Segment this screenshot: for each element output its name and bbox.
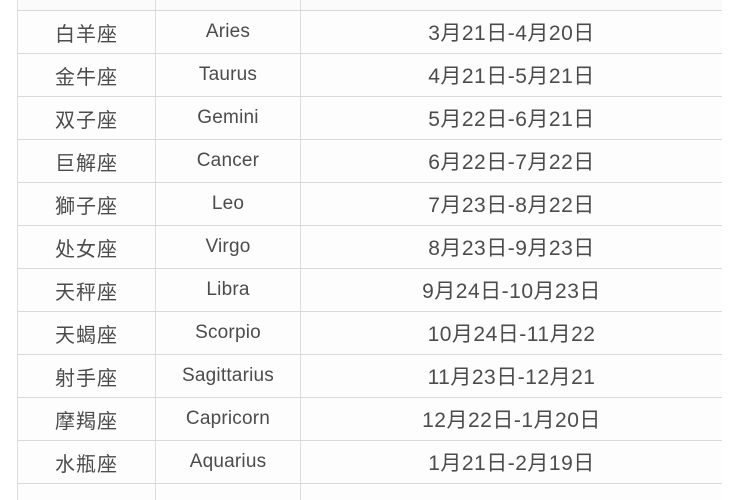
page-root: 星座名称 英文名 出生日期（阳历） 白羊座 Aries 3月21日-4月20日 … (0, 0, 750, 500)
table-row-partial (17, 483, 722, 500)
table-row: 摩羯座 Capricorn 12月22日-1月20日 (17, 397, 722, 441)
table-row: 双子座 Gemini 5月22日-6月21日 (17, 96, 722, 140)
table-row: 天秤座 Libra 9月24日-10月23日 (17, 268, 722, 312)
cell-birth-date: 7月23日-8月22日 (300, 182, 722, 226)
cell-chinese-name: 白羊座 (17, 10, 156, 54)
table-row: 巨解座 Cancer 6月22日-7月22日 (17, 139, 722, 183)
cell-birth-date: 10月24日-11月22 (300, 311, 722, 355)
cell-english-name: Sagittarius (155, 354, 301, 398)
table-row: 水瓶座 Aquarius 1月21日-2月19日 (17, 440, 722, 484)
cell-english-name (155, 483, 301, 500)
cell-chinese-name: 天秤座 (17, 268, 156, 312)
cell-chinese-name: 射手座 (17, 354, 156, 398)
cell-english-name: Scorpio (155, 311, 301, 355)
cell-english-name: Capricorn (155, 397, 301, 441)
cell-english-name: Libra (155, 268, 301, 312)
cell-english-name: Virgo (155, 225, 301, 269)
table-header-row: 星座名称 英文名 出生日期（阳历） (17, 0, 722, 11)
cell-birth-date (300, 483, 722, 500)
cell-birth-date: 1月21日-2月19日 (300, 440, 722, 484)
cell-birth-date: 4月21日-5月21日 (300, 53, 722, 97)
cell-english-name: Aries (155, 10, 301, 54)
cell-chinese-name: 巨解座 (17, 139, 156, 183)
zodiac-signs-table: 星座名称 英文名 出生日期（阳历） 白羊座 Aries 3月21日-4月20日 … (17, 0, 722, 500)
cell-english-name: Taurus (155, 53, 301, 97)
left-margin (0, 0, 17, 500)
table-row: 处女座 Virgo 8月23日-9月23日 (17, 225, 722, 269)
cell-birth-date: 5月22日-6月21日 (300, 96, 722, 140)
table-row: 射手座 Sagittarius 11月23日-12月21 (17, 354, 722, 398)
column-header-chinese-name: 星座名称 (17, 0, 156, 11)
cell-chinese-name: 獅子座 (17, 182, 156, 226)
cell-chinese-name: 摩羯座 (17, 397, 156, 441)
cell-english-name: Cancer (155, 139, 301, 183)
cell-birth-date: 11月23日-12月21 (300, 354, 722, 398)
cell-english-name: Aquarius (155, 440, 301, 484)
cell-chinese-name (17, 483, 156, 500)
cell-birth-date: 8月23日-9月23日 (300, 225, 722, 269)
cell-chinese-name: 双子座 (17, 96, 156, 140)
right-margin (722, 0, 750, 500)
table-row: 獅子座 Leo 7月23日-8月22日 (17, 182, 722, 226)
table-header: 星座名称 英文名 出生日期（阳历） (17, 0, 722, 11)
cell-chinese-name: 水瓶座 (17, 440, 156, 484)
table-row: 白羊座 Aries 3月21日-4月20日 (17, 10, 722, 54)
table-body: 白羊座 Aries 3月21日-4月20日 金牛座 Taurus 4月21日-5… (17, 10, 722, 500)
zodiac-table-viewport: 星座名称 英文名 出生日期（阳历） 白羊座 Aries 3月21日-4月20日 … (17, 0, 722, 500)
cell-english-name: Gemini (155, 96, 301, 140)
cell-birth-date: 3月21日-4月20日 (300, 10, 722, 54)
cell-chinese-name: 天蝎座 (17, 311, 156, 355)
column-header-english-name: 英文名 (155, 0, 301, 11)
cell-birth-date: 12月22日-1月20日 (300, 397, 722, 441)
table-row: 金牛座 Taurus 4月21日-5月21日 (17, 53, 722, 97)
cell-english-name: Leo (155, 182, 301, 226)
table-row: 天蝎座 Scorpio 10月24日-11月22 (17, 311, 722, 355)
cell-birth-date: 9月24日-10月23日 (300, 268, 722, 312)
cell-chinese-name: 金牛座 (17, 53, 156, 97)
cell-chinese-name: 处女座 (17, 225, 156, 269)
column-header-birth-date: 出生日期（阳历） (300, 0, 722, 11)
cell-birth-date: 6月22日-7月22日 (300, 139, 722, 183)
